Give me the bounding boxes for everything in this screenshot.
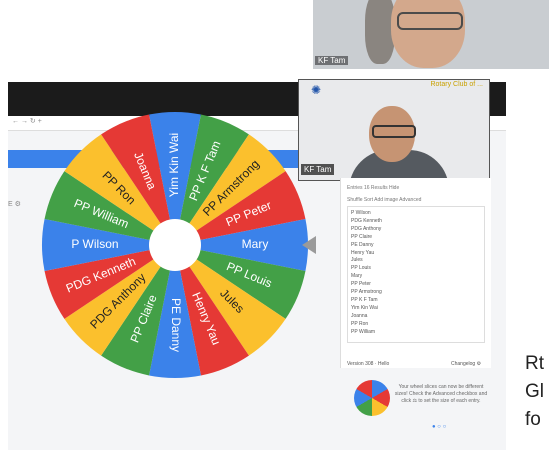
entry-item: PE Danny: [351, 241, 374, 248]
entries-toolbar[interactable]: Shuffle Sort Add image Advanced: [347, 197, 421, 203]
entry-item: PDG Anthony: [351, 225, 382, 232]
entries-list: P Wilson PDG Kenneth PDG Anthony PP Claire P…: [348, 207, 484, 337]
tabs-label[interactable]: Entries 16 Results Hide: [347, 185, 421, 191]
settings-icon[interactable]: E ⚙: [8, 200, 21, 208]
club-name: Rotary Club of ...: [430, 81, 483, 88]
carousel-dots[interactable]: ● ○ ○: [432, 424, 446, 430]
wheel-slice-label: Mary: [242, 237, 269, 251]
entry-item: PP K F Tam: [351, 296, 378, 303]
browser-nav-buttons[interactable]: ← → ↻ +: [12, 117, 42, 125]
wheel-center[interactable]: [149, 219, 201, 271]
webcam-glasses: [397, 12, 463, 30]
entry-item: Joanna: [351, 312, 368, 319]
entry-item: PP Ron: [351, 320, 369, 327]
entry-item: Henry Yau: [351, 249, 375, 256]
promo-wheel-icon: [354, 380, 390, 416]
wheel-slice-label: PE Danny: [169, 298, 183, 352]
webcam-face: [391, 0, 465, 68]
entry-item: PP Armstrong: [351, 289, 382, 296]
participant-name-tag: KF Tam: [301, 164, 335, 175]
entry-item: P Wilson: [351, 210, 371, 216]
rotary-logo-icon: ✺: [310, 83, 322, 97]
webcam-top: KF Tam: [313, 0, 549, 69]
caption-line: Gl: [525, 381, 544, 402]
entry-item: PP William: [351, 328, 376, 335]
entry-item: PDG Kenneth: [351, 217, 382, 224]
entry-item: Yim Kin Wai: [351, 304, 378, 311]
side-caption: Rt Gl fo: [525, 350, 544, 434]
entry-item: Mary: [351, 273, 363, 280]
name-wheel[interactable]: Yim Kin Wai PP K F TamPP ArmstrongPP Pete…: [40, 110, 310, 380]
wheel-pointer-icon: [302, 236, 316, 254]
caption-line: Rt: [525, 353, 544, 374]
video-participant: ✺ Rotary Club of ... KF Tam: [298, 79, 490, 181]
entry-item: Jules: [351, 257, 363, 264]
entry-item: PP Louis: [351, 265, 371, 272]
entries-tabs[interactable]: Entries 16 Results Hide Shuffle Sort Add…: [347, 185, 421, 203]
webcam-name-tag: KF Tam: [315, 56, 349, 65]
caption-line: fo: [525, 409, 541, 430]
changelog-link[interactable]: Changelog ⚙: [451, 361, 481, 367]
promo-text: Your wheel slices can now be different s…: [394, 384, 488, 404]
entries-textarea[interactable]: P Wilson PDG Kenneth PDG Anthony PP Claire P…: [347, 206, 485, 343]
wheel-slice-label: P Wilson: [71, 237, 118, 251]
entry-item: PP Claire: [351, 233, 373, 240]
entry-item: PP Peter: [351, 281, 371, 288]
participant-glasses: [372, 125, 416, 138]
wheel-slice-label: Yim Kin Wai: [167, 133, 181, 197]
entries-panel: Entries 16 Results Hide Shuffle Sort Add…: [340, 178, 491, 368]
